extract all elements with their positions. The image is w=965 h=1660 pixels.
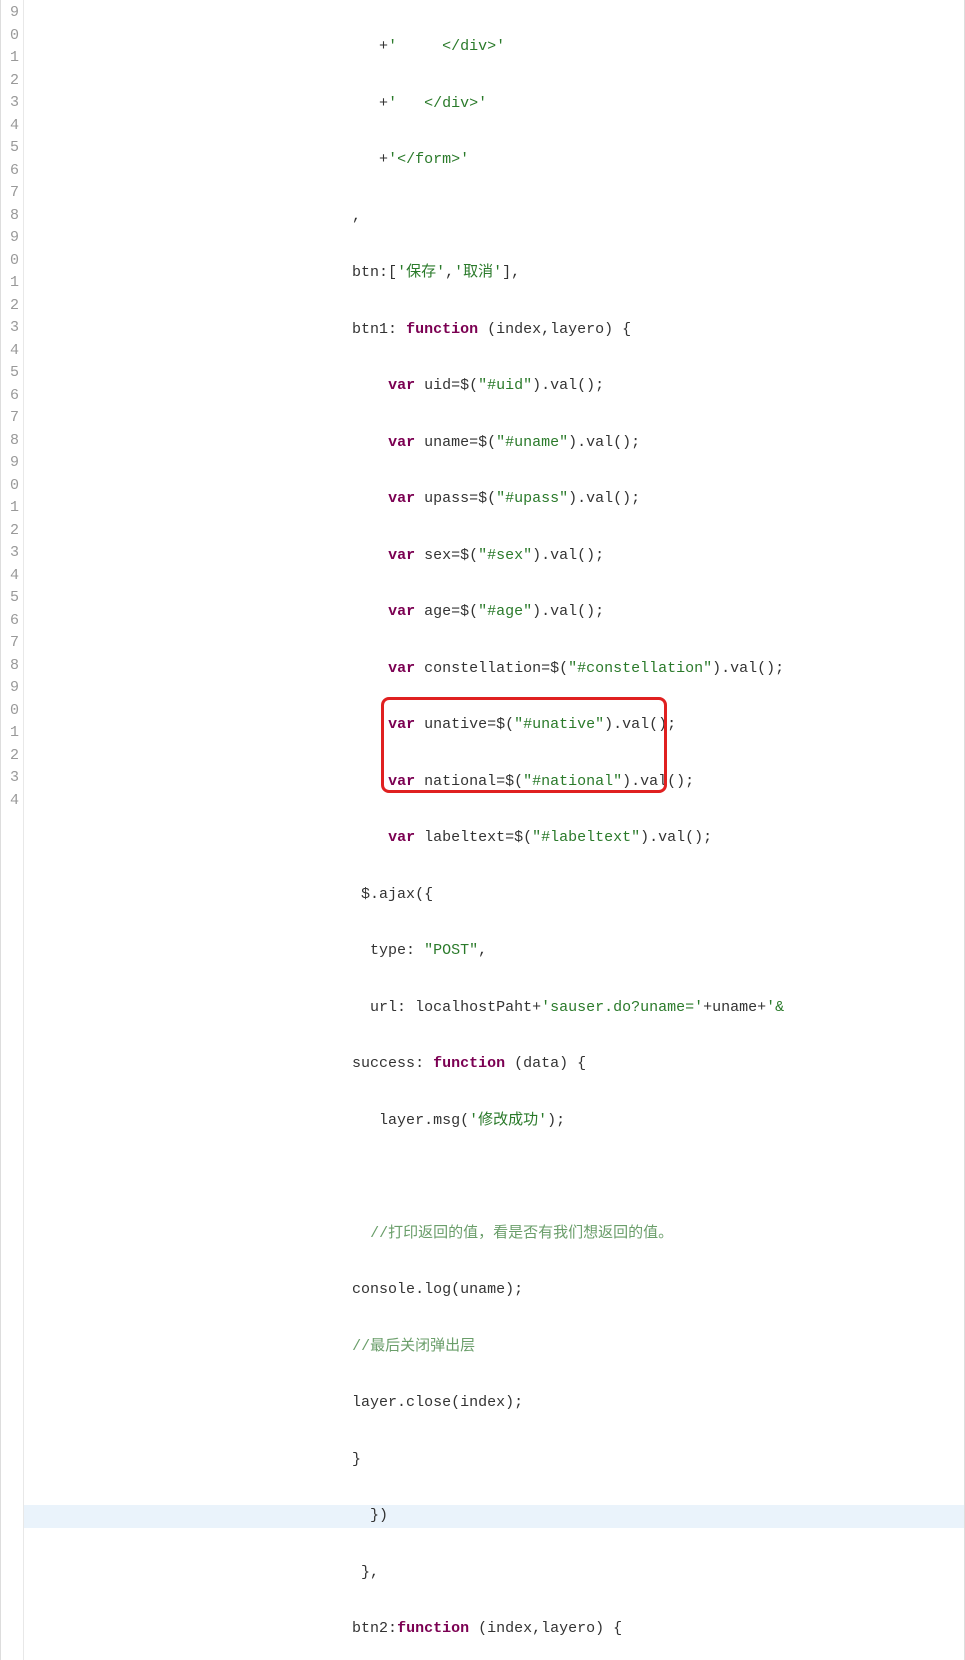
code-line: btn2:function (index,layero) { xyxy=(24,1618,964,1641)
code-line: var unative=$("#unative").val(); xyxy=(24,714,964,737)
line-number: 9 xyxy=(1,227,23,250)
code-line: +' </div>' xyxy=(24,36,964,59)
code-line: $.ajax({ xyxy=(24,884,964,907)
line-number: 8 xyxy=(1,655,23,678)
code-line xyxy=(24,1166,964,1189)
line-number: 3 xyxy=(1,92,23,115)
line-number: 8 xyxy=(1,430,23,453)
code-line-active: }) xyxy=(24,1505,964,1528)
line-number: 7 xyxy=(1,407,23,430)
line-number: 9 xyxy=(1,2,23,25)
line-number: 7 xyxy=(1,632,23,655)
line-number: 5 xyxy=(1,362,23,385)
line-number: 3 xyxy=(1,317,23,340)
line-number: 4 xyxy=(1,115,23,138)
code-editor[interactable]: 901234567890123456789012345678901234 +' … xyxy=(0,0,965,1660)
code-line: url: localhostPaht+'sauser.do?uname='+un… xyxy=(24,997,964,1020)
line-number: 6 xyxy=(1,160,23,183)
line-number: 2 xyxy=(1,70,23,93)
line-number: 1 xyxy=(1,272,23,295)
code-line: success: function (data) { xyxy=(24,1053,964,1076)
line-number: 3 xyxy=(1,767,23,790)
line-number: 8 xyxy=(1,205,23,228)
code-line: layer.msg('修改成功'); xyxy=(24,1110,964,1133)
code-line: +' </div>' xyxy=(24,93,964,116)
code-line: var national=$("#national").val(); xyxy=(24,771,964,794)
line-number: 9 xyxy=(1,452,23,475)
line-number: 2 xyxy=(1,520,23,543)
code-line: var uname=$("#uname").val(); xyxy=(24,432,964,455)
line-number: 4 xyxy=(1,340,23,363)
code-line: } xyxy=(24,1449,964,1472)
line-number: 7 xyxy=(1,182,23,205)
line-number: 4 xyxy=(1,565,23,588)
line-number: 2 xyxy=(1,295,23,318)
line-number: 0 xyxy=(1,475,23,498)
code-line: //打印返回的值，看是否有我们想返回的值。 xyxy=(24,1223,964,1246)
line-number: 0 xyxy=(1,250,23,273)
line-number: 5 xyxy=(1,137,23,160)
line-number: 1 xyxy=(1,497,23,520)
line-number: 0 xyxy=(1,25,23,48)
line-number: 6 xyxy=(1,610,23,633)
code-line: }, xyxy=(24,1562,964,1585)
code-line: , xyxy=(24,206,964,229)
line-number: 0 xyxy=(1,700,23,723)
code-line: var constellation=$("#constellation").va… xyxy=(24,658,964,681)
code-line: var uid=$("#uid").val(); xyxy=(24,375,964,398)
line-number: 1 xyxy=(1,47,23,70)
line-number: 2 xyxy=(1,745,23,768)
code-line: var sex=$("#sex").val(); xyxy=(24,545,964,568)
code-line: layer.close(index); xyxy=(24,1392,964,1415)
code-line: var labeltext=$("#labeltext").val(); xyxy=(24,827,964,850)
code-line: var age=$("#age").val(); xyxy=(24,601,964,624)
line-number: 5 xyxy=(1,587,23,610)
code-line: console.log(uname); xyxy=(24,1279,964,1302)
line-number: 4 xyxy=(1,790,23,813)
line-number: 9 xyxy=(1,677,23,700)
line-number: 1 xyxy=(1,722,23,745)
line-number: 3 xyxy=(1,542,23,565)
code-line: +'</form>' xyxy=(24,149,964,172)
code-area[interactable]: +' </div>' +' </div>' +'</form>' , xyxy=(24,0,964,1660)
code-line: btn1: function (index,layero) { xyxy=(24,319,964,342)
line-number-gutter: 901234567890123456789012345678901234 xyxy=(1,0,23,1660)
line-number: 6 xyxy=(1,385,23,408)
code-line: var upass=$("#upass").val(); xyxy=(24,488,964,511)
code-line: btn:['保存','取消'], xyxy=(24,262,964,285)
code-line: type: "POST", xyxy=(24,940,964,963)
code-line: //最后关闭弹出层 xyxy=(24,1336,964,1359)
